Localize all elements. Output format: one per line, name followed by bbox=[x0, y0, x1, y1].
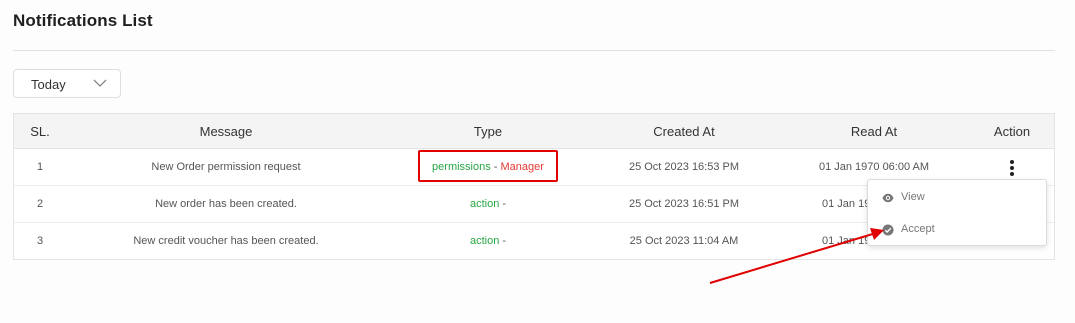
header-message: Message bbox=[199, 124, 253, 139]
cell-message: New credit voucher has been created. bbox=[133, 235, 319, 247]
date-filter-select[interactable]: Today bbox=[13, 69, 121, 98]
type-main: action bbox=[469, 198, 500, 210]
cell-type: action - bbox=[418, 235, 558, 247]
cell-created-at: 25 Oct 2023 16:53 PM bbox=[628, 161, 740, 173]
header-created-at: Created At bbox=[653, 124, 715, 139]
table-header: SL. Message Type Created At Read At Acti… bbox=[14, 114, 1054, 149]
header-read-at: Read At bbox=[850, 124, 898, 139]
type-main: action bbox=[469, 235, 500, 247]
kebab-menu-icon[interactable] bbox=[1004, 158, 1020, 178]
cell-sl: 3 bbox=[36, 235, 44, 247]
cell-sl: 2 bbox=[36, 198, 44, 210]
cell-type: action - bbox=[418, 198, 558, 210]
cell-sl: 1 bbox=[36, 161, 44, 173]
cell-read-at: 01 Jan 1970 06:00 AM bbox=[818, 161, 930, 173]
red-arrow-annotation bbox=[709, 228, 884, 284]
title-divider bbox=[13, 50, 1055, 51]
date-filter-value: Today bbox=[31, 77, 66, 92]
menu-item-view[interactable]: View bbox=[868, 182, 1046, 212]
chevron-down-icon bbox=[93, 79, 107, 87]
header-sl: SL. bbox=[30, 124, 50, 139]
eye-icon bbox=[882, 193, 894, 203]
type-separator: - bbox=[499, 235, 507, 247]
cell-message: New Order permission request bbox=[151, 161, 301, 173]
cell-created-at: 25 Oct 2023 16:51 PM bbox=[628, 198, 740, 210]
menu-item-label: View bbox=[901, 191, 925, 203]
cell-message: New order has been created. bbox=[155, 198, 297, 210]
header-action: Action bbox=[993, 124, 1031, 139]
header-type: Type bbox=[473, 124, 503, 139]
menu-item-label: Accept bbox=[901, 223, 935, 235]
type-highlight-annotation bbox=[418, 150, 558, 182]
type-separator: - bbox=[499, 198, 507, 210]
page-title: Notifications List bbox=[13, 11, 153, 30]
